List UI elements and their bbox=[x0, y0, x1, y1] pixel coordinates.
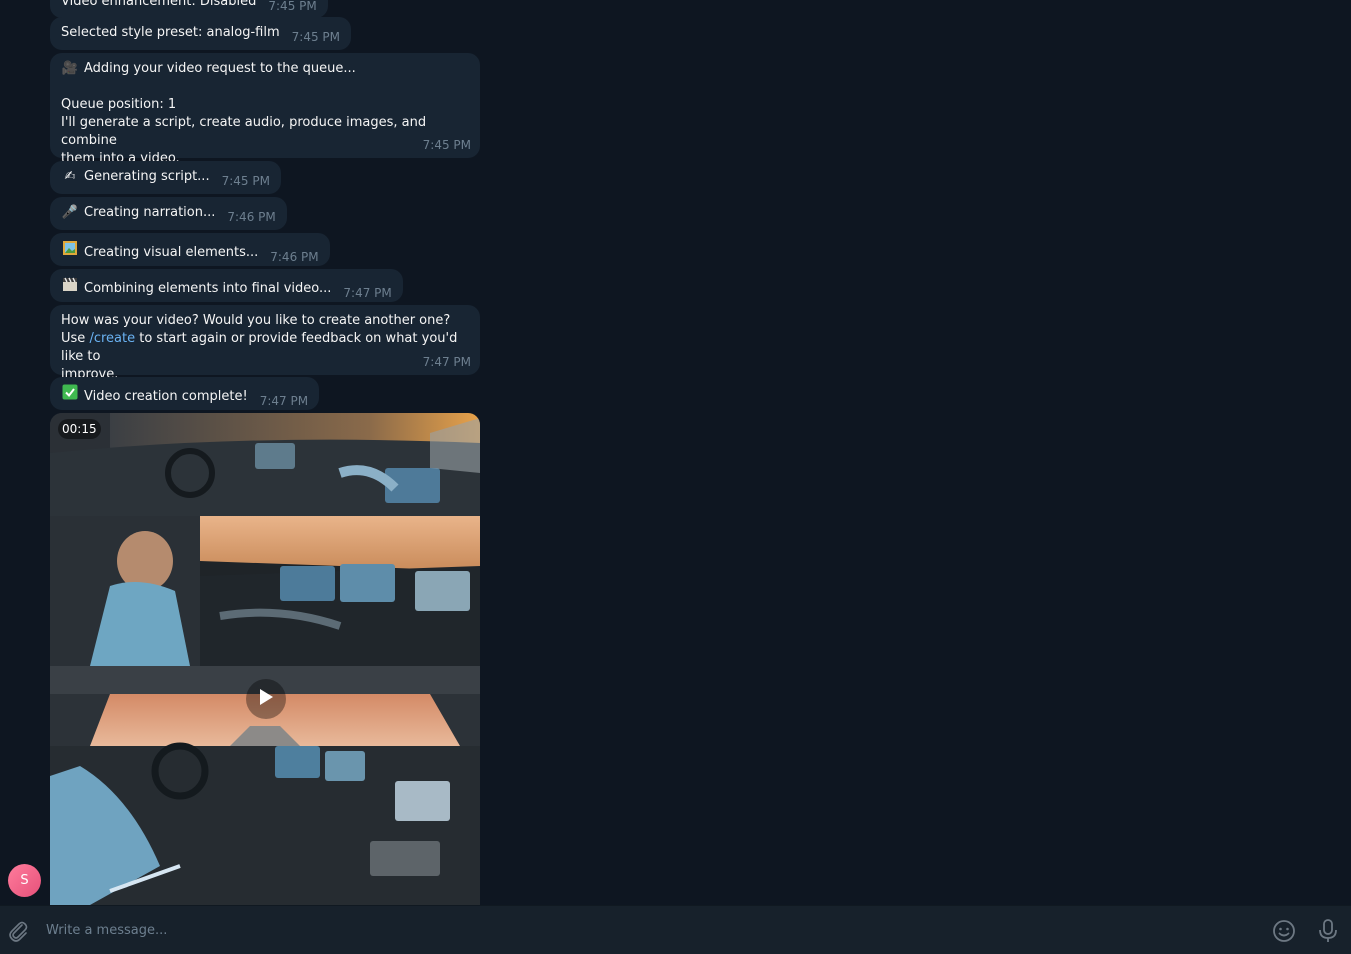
message-text: Adding your video request to the queue..… bbox=[84, 61, 356, 76]
message-text: Combining elements into final video... bbox=[84, 281, 332, 296]
message-feedback: How was your video? Would you like to cr… bbox=[50, 305, 480, 382]
message-time: 7:47 PM bbox=[259, 394, 309, 408]
emoji-icon[interactable] bbox=[1272, 919, 1296, 947]
message-text: I'll generate a script, create audio, pr… bbox=[61, 115, 427, 148]
paperclip-icon[interactable] bbox=[7, 919, 29, 947]
message-text: Creating visual elements... bbox=[84, 245, 259, 260]
message-combining: Combining elements into final video... 7… bbox=[50, 269, 403, 302]
message-time: 7:45 PM bbox=[422, 138, 471, 152]
message-input[interactable] bbox=[46, 920, 1246, 940]
message-text: Video enhancement: Disabled bbox=[61, 0, 257, 9]
message-text: Queue position: 1 bbox=[61, 97, 177, 112]
message-text: How was your video? Would you like to cr… bbox=[61, 313, 451, 328]
message-time: 7:47 PM bbox=[422, 355, 471, 369]
create-command-link[interactable]: /create bbox=[89, 331, 135, 346]
message-text: Use bbox=[61, 331, 86, 346]
video-message[interactable]: 00:15 bbox=[50, 413, 480, 905]
avatar[interactable]: S bbox=[8, 864, 41, 897]
message-queue: 🎥 Adding your video request to the queue.… bbox=[50, 53, 480, 166]
video-duration-badge: 00:15 bbox=[58, 419, 101, 439]
writing-hand-icon: ✍ bbox=[64, 169, 76, 184]
message-time: 7:45 PM bbox=[268, 0, 317, 13]
message-narration: 🎤 Creating narration... 7:46 PM bbox=[50, 197, 287, 230]
chat-history[interactable]: Video enhancement: Disabled 7:45 PM Sele… bbox=[0, 0, 1351, 905]
message-text: Video creation complete! bbox=[84, 389, 248, 404]
check-mark-icon bbox=[61, 384, 79, 406]
message-time: 7:45 PM bbox=[291, 30, 340, 44]
video-thumbnail-frame bbox=[50, 413, 480, 516]
message-text: Generating script... bbox=[84, 169, 210, 184]
message-composer bbox=[0, 905, 1351, 954]
clapper-board-icon bbox=[61, 276, 79, 298]
message-text: Creating narration... bbox=[84, 205, 216, 220]
microphone-icon[interactable] bbox=[1317, 918, 1339, 948]
message-time: 7:47 PM bbox=[343, 286, 392, 300]
message-time: 7:45 PM bbox=[221, 174, 270, 188]
play-icon bbox=[258, 688, 274, 710]
message-text: Selected style preset: analog-film bbox=[61, 25, 280, 40]
message-preset: Selected style preset: analog-film 7:45 … bbox=[50, 17, 351, 50]
message-visuals: Creating visual elements... 7:46 PM bbox=[50, 233, 330, 266]
film-camera-icon: 🎥 bbox=[61, 61, 79, 76]
message-time: 7:46 PM bbox=[227, 210, 276, 224]
message-complete: Video creation complete! 7:47 PM bbox=[50, 377, 320, 410]
microphone-icon: 🎤 bbox=[61, 205, 79, 220]
message-enhancement: Video enhancement: Disabled 7:45 PM bbox=[50, 0, 328, 18]
framed-picture-icon bbox=[61, 240, 79, 262]
video-thumbnail-frame bbox=[50, 516, 480, 666]
play-button[interactable] bbox=[246, 679, 286, 719]
message-time: 7:46 PM bbox=[270, 250, 319, 264]
avatar-initial: S bbox=[20, 873, 29, 888]
message-script: ✍ Generating script... 7:45 PM bbox=[50, 161, 281, 194]
